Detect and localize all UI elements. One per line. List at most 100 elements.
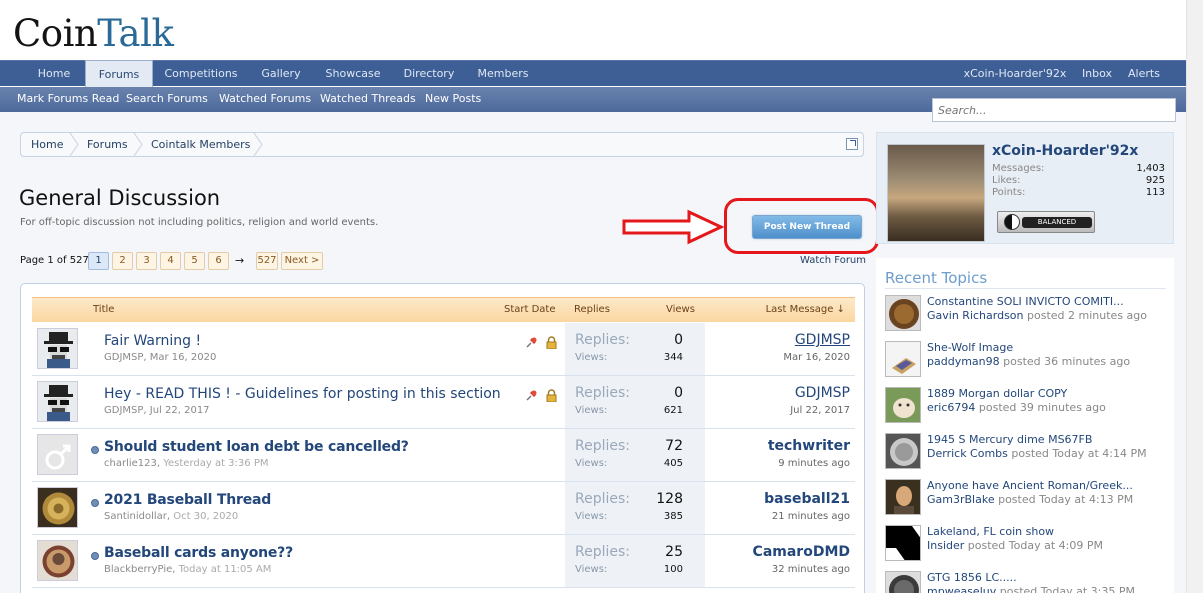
avatar[interactable]	[37, 487, 78, 528]
col-title[interactable]: Title	[93, 304, 114, 315]
col-start-date[interactable]: Start Date	[504, 304, 556, 315]
messages-count[interactable]: 1,403	[1136, 163, 1165, 174]
topic-user[interactable]: Gam3rBlake	[927, 493, 995, 506]
last-poster[interactable]: GDJMSP	[795, 385, 850, 401]
reply-count: 0	[674, 332, 683, 348]
nav-showcase[interactable]: Showcase	[318, 61, 388, 87]
subnav-watched-threads[interactable]: Watched Threads	[320, 87, 416, 112]
thread-author[interactable]: BlackberryPie	[104, 564, 172, 575]
unread-icon[interactable]	[91, 446, 99, 454]
last-post-date[interactable]: Mar 16, 2020	[783, 352, 850, 363]
breadcrumb-forums[interactable]: Forums	[87, 133, 128, 156]
topic-thumbnail[interactable]	[885, 479, 921, 515]
avatar[interactable]	[37, 328, 78, 369]
unread-icon[interactable]	[91, 552, 99, 560]
annotation-arrow-icon	[622, 209, 725, 245]
scrollbar[interactable]	[1186, 0, 1203, 593]
topic-thumbnail[interactable]	[885, 571, 921, 593]
topic-thumbnail[interactable]	[885, 433, 921, 469]
last-post-date[interactable]: 32 minutes ago	[772, 564, 850, 575]
points-count[interactable]: 113	[1146, 187, 1165, 198]
thread-author[interactable]: GDJMSP	[104, 352, 143, 363]
profile-avatar[interactable]	[887, 144, 985, 242]
thread-author[interactable]: GDJMSP	[104, 405, 143, 416]
subnav-watched-forums[interactable]: Watched Forums	[219, 87, 311, 112]
topic-thumbnail[interactable]	[885, 525, 921, 561]
jump-to-icon[interactable]	[846, 138, 858, 150]
thread-author[interactable]: charlie123	[104, 458, 157, 469]
nav-gallery[interactable]: Gallery	[252, 61, 310, 87]
breadcrumb-cointalk-members[interactable]: Cointalk Members	[151, 133, 250, 156]
default-male-avatar-icon	[38, 435, 77, 474]
posted-word: posted	[1027, 309, 1065, 322]
thread-title[interactable]: Baseball cards anyone??	[104, 545, 293, 561]
avatar[interactable]	[37, 381, 78, 422]
subnav-search-forums[interactable]: Search Forums	[126, 87, 208, 112]
page-4[interactable]: 4	[160, 252, 181, 270]
thread-title[interactable]: 2021 Baseball Thread	[104, 492, 271, 508]
thread-author[interactable]: Santinidollar	[104, 511, 167, 522]
last-post-date[interactable]: Jul 22, 2017	[790, 405, 850, 416]
topic-user[interactable]: mpweaseluv	[927, 585, 996, 593]
avatar[interactable]	[37, 540, 78, 581]
topic-user[interactable]: eric6794	[927, 401, 975, 414]
unread-icon[interactable]	[91, 499, 99, 507]
last-post-date[interactable]: 9 minutes ago	[778, 458, 850, 469]
topic-title[interactable]: Constantine SOLI INVICTO COMITI...	[927, 295, 1124, 308]
last-poster[interactable]: CamaroDMD	[753, 544, 850, 560]
page-3[interactable]: 3	[136, 252, 157, 270]
thread-title[interactable]: Hey - READ THIS ! - Guidelines for posti…	[104, 386, 501, 402]
nav-inbox[interactable]: Inbox	[1078, 61, 1116, 87]
last-poster[interactable]: baseball21	[764, 491, 850, 507]
thread-title[interactable]: Fair Warning !	[104, 333, 201, 349]
topic-title[interactable]: Anyone have Ancient Roman/Greek...	[927, 479, 1133, 492]
page-last[interactable]: 527	[256, 252, 278, 270]
topic-user[interactable]: Insider	[927, 539, 964, 552]
breadcrumb-home[interactable]: Home	[31, 133, 63, 156]
topic-thumbnail[interactable]	[885, 295, 921, 331]
topic-title[interactable]: She-Wolf Image	[927, 341, 1013, 354]
profile-name[interactable]: xCoin-Hoarder'92x	[992, 143, 1138, 159]
topic-user[interactable]: paddyman98	[927, 355, 1000, 368]
post-new-thread-button[interactable]: Post New Thread	[752, 215, 862, 239]
last-poster[interactable]: GDJMSP	[795, 332, 850, 348]
last-post-date[interactable]: 21 minutes ago	[772, 511, 850, 522]
search-input[interactable]	[932, 98, 1176, 122]
last-poster[interactable]: techwriter	[768, 438, 850, 454]
subnav-mark-read[interactable]: Mark Forums Read	[17, 87, 119, 112]
views-label: Views:	[575, 511, 608, 522]
nav-home[interactable]: Home	[25, 61, 83, 87]
topic-title[interactable]: GTG 1856 LC.....	[927, 571, 1017, 584]
page-next[interactable]: Next >	[281, 252, 323, 270]
page-1[interactable]: 1	[88, 252, 109, 270]
nav-user[interactable]: xCoin-Hoarder'92x	[961, 61, 1069, 87]
page-6[interactable]: 6	[208, 252, 229, 270]
avatar[interactable]	[37, 434, 78, 475]
page-5[interactable]: 5	[184, 252, 205, 270]
nav-members[interactable]: Members	[472, 61, 534, 87]
topic-thumbnail[interactable]	[885, 387, 921, 423]
col-replies[interactable]: Replies	[574, 304, 610, 315]
thread-title[interactable]: Should student loan debt be cancelled?	[104, 439, 409, 455]
subnav-new-posts[interactable]: New Posts	[425, 87, 481, 112]
likes-count[interactable]: 925	[1146, 175, 1165, 186]
replies-label: Replies:	[575, 438, 631, 454]
col-views[interactable]: Views	[666, 304, 695, 315]
watch-forum-link[interactable]: Watch Forum	[800, 255, 866, 266]
topic-thumbnail[interactable]	[885, 341, 921, 377]
nav-competitions[interactable]: Competitions	[157, 61, 245, 87]
nav-forums[interactable]: Forums	[85, 60, 153, 88]
likes-label: Likes:	[992, 175, 1021, 186]
nav-alerts[interactable]: Alerts	[1124, 61, 1164, 87]
page-2[interactable]: 2	[112, 252, 133, 270]
topic-user[interactable]: Derrick Combs	[927, 447, 1008, 460]
topic-title[interactable]: Lakeland, FL coin show	[927, 525, 1054, 538]
topic-title[interactable]: 1945 S Mercury dime MS67FB	[927, 433, 1092, 446]
topic-title[interactable]: 1889 Morgan dollar COPY	[927, 387, 1067, 400]
col-last-message[interactable]: Last Message ↓	[766, 304, 845, 315]
nav-directory[interactable]: Directory	[396, 61, 462, 87]
topic-user[interactable]: Gavin Richardson	[927, 309, 1024, 322]
view-count: 344	[663, 352, 683, 363]
site-logo[interactable]: CoinTalk	[13, 12, 174, 56]
thread-stats	[565, 535, 705, 587]
